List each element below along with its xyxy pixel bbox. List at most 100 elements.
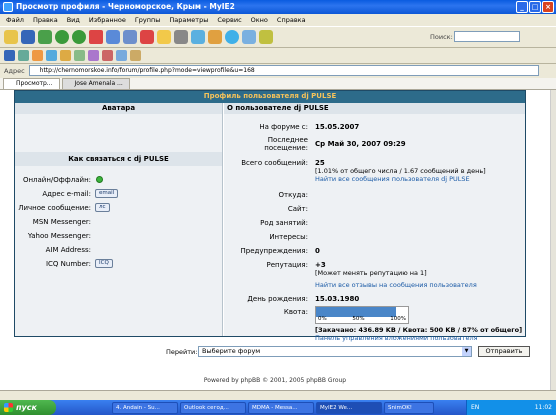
quota-bar: 0% 50% 100% xyxy=(315,306,409,324)
interests-label: Интересы: xyxy=(269,233,308,241)
msn-label: MSN Messenger: xyxy=(32,218,91,226)
last-visit-label-1: Последнее xyxy=(267,136,308,144)
online-label: Онлайн/Оффлайн: xyxy=(22,176,91,184)
yahoo-label: Yahoo Messenger: xyxy=(27,232,91,240)
about-heading: О пользователе dj PULSE xyxy=(224,103,525,114)
icq-label: ICQ Number: xyxy=(45,260,91,268)
address-bar: Адрес http://chernomorskoe.info/forum/pr… xyxy=(0,64,556,77)
dropdown-arrow-icon: ▼ xyxy=(462,347,471,356)
address-label: Адрес xyxy=(4,66,25,75)
tab-jose[interactable]: Jose Amenala ... xyxy=(61,78,130,89)
posts-label: Всего сообщений: xyxy=(241,159,308,167)
save-icon[interactable] xyxy=(21,30,35,44)
address-input[interactable]: http://chernomorskoe.info/forum/profile.… xyxy=(28,65,539,76)
start-button[interactable]: пуск xyxy=(0,400,56,415)
taskbar-item-mdma[interactable]: MDMA - Messa... xyxy=(248,401,314,414)
language-indicator[interactable]: EN xyxy=(471,400,479,415)
links-icon[interactable] xyxy=(18,50,29,61)
status-bar xyxy=(0,390,556,400)
page-icon[interactable] xyxy=(4,50,15,61)
close-button[interactable]: × xyxy=(542,1,554,13)
menu-view[interactable]: Вид xyxy=(67,16,80,24)
quota-tick-100: 100% xyxy=(390,316,406,322)
search-engines-icon[interactable] xyxy=(242,30,256,44)
profile-panel: Профиль пользователя dj PULSE Аватара Ка… xyxy=(14,90,526,342)
menu-options[interactable]: Параметры xyxy=(169,16,208,24)
menu-help[interactable]: Справка xyxy=(277,16,306,24)
maximize-button[interactable]: □ xyxy=(529,1,541,13)
vertical-scrollbar[interactable] xyxy=(550,90,556,390)
filter-icon[interactable] xyxy=(74,50,85,61)
back-icon[interactable] xyxy=(55,30,69,44)
download-icon[interactable] xyxy=(116,50,127,61)
mail-icon[interactable] xyxy=(191,30,205,44)
email-label: Адрес e-mail: xyxy=(42,190,91,198)
refresh-icon[interactable] xyxy=(106,30,120,44)
taskbar-item-andain[interactable]: 4. Andain - Su... xyxy=(112,401,178,414)
secondary-toolbar xyxy=(0,48,556,64)
tab-strip: Просмотр... Jose Amenala ... xyxy=(0,78,556,90)
menu-edit[interactable]: Правка xyxy=(33,16,58,24)
forum-select[interactable]: Выберите форум ▼ xyxy=(198,346,472,357)
occupation-label: Род занятий: xyxy=(260,219,308,227)
group-icon[interactable] xyxy=(32,50,43,61)
stop-icon[interactable] xyxy=(89,30,103,44)
zoom-icon[interactable] xyxy=(46,50,57,61)
panel-title: Профиль пользователя dj PULSE xyxy=(15,91,525,103)
block-icon[interactable] xyxy=(102,50,113,61)
main-toolbar: Поиск: xyxy=(0,26,556,48)
search-area: Поиск: xyxy=(430,31,520,42)
posts-percent: [1.01% от общего числа / 1.67 сообщений … xyxy=(315,167,486,175)
right-column: О пользователе dj PULSE На форуме с: 15.… xyxy=(224,103,525,342)
reputation-link[interactable]: Найти все отзывы на сообщения пользовате… xyxy=(315,281,477,289)
menu-file[interactable]: Файл xyxy=(6,16,24,24)
globe-icon[interactable] xyxy=(225,30,239,44)
menu-tools[interactable]: Сервис xyxy=(217,16,241,24)
submit-button[interactable]: Отправить xyxy=(478,346,530,357)
window-title: Просмотр профиля - Черноморское, Крым - … xyxy=(16,2,235,11)
jump-menu: Перейти: Выберите форум ▼ Отправить xyxy=(166,346,530,357)
joined-label: На форуме с: xyxy=(259,123,308,131)
system-tray: EN 11:02 xyxy=(466,400,556,415)
attachments-link[interactable]: Панель управления вложениями пользовател… xyxy=(315,334,478,342)
taskbar-item-outlook[interactable]: Outlook сегод... xyxy=(180,401,246,414)
new-window-icon[interactable] xyxy=(38,30,52,44)
birthday-value: 15.03.1980 xyxy=(315,295,360,303)
tab-profile[interactable]: Просмотр... xyxy=(3,78,60,89)
favorites-icon[interactable] xyxy=(157,30,171,44)
print-icon[interactable] xyxy=(208,30,222,44)
taskbar-item-myie2[interactable]: MyIE2 We... xyxy=(316,401,382,414)
close-tab-icon[interactable] xyxy=(140,30,154,44)
taskbar-item-snimok[interactable]: SnimOK! xyxy=(384,401,434,414)
home-icon[interactable] xyxy=(123,30,137,44)
clock: 11:02 xyxy=(534,404,552,411)
posts-search-link[interactable]: Найти все сообщения пользователя dj PULS… xyxy=(315,175,470,183)
image-icon[interactable] xyxy=(130,50,141,61)
history-icon[interactable] xyxy=(174,30,188,44)
browser-icon xyxy=(3,2,13,12)
posts-value: 25 xyxy=(315,159,325,167)
pm-button[interactable]: лс xyxy=(95,203,110,212)
from-label: Откуда: xyxy=(278,191,308,199)
warnings-value: 0 xyxy=(315,247,320,255)
menu-groups[interactable]: Группы xyxy=(135,16,161,24)
bookmark-icon[interactable] xyxy=(60,50,71,61)
tools-icon[interactable] xyxy=(259,30,273,44)
last-visit-label-2: посещение: xyxy=(264,144,308,152)
avatar-heading: Аватара xyxy=(15,103,222,114)
window-title-bar: Просмотр профиля - Черноморское, Крым - … xyxy=(0,0,556,14)
reputation-label: Репутация: xyxy=(266,261,309,269)
forward-icon[interactable] xyxy=(72,30,86,44)
open-icon[interactable] xyxy=(4,30,18,44)
jump-label: Перейти: xyxy=(166,348,198,356)
icq-button[interactable]: ICQ xyxy=(95,259,113,268)
email-button[interactable]: email xyxy=(95,189,119,198)
menu-window[interactable]: Окно xyxy=(251,16,268,24)
quota-tick-0: 0% xyxy=(318,316,327,322)
page-content: Профиль пользователя dj PULSE Аватара Ка… xyxy=(0,90,550,390)
menu-favorites[interactable]: Избранное xyxy=(89,16,126,24)
minimize-button[interactable]: _ xyxy=(516,1,528,13)
search-input[interactable] xyxy=(454,31,520,42)
proxy-icon[interactable] xyxy=(88,50,99,61)
online-status-icon xyxy=(96,176,103,183)
